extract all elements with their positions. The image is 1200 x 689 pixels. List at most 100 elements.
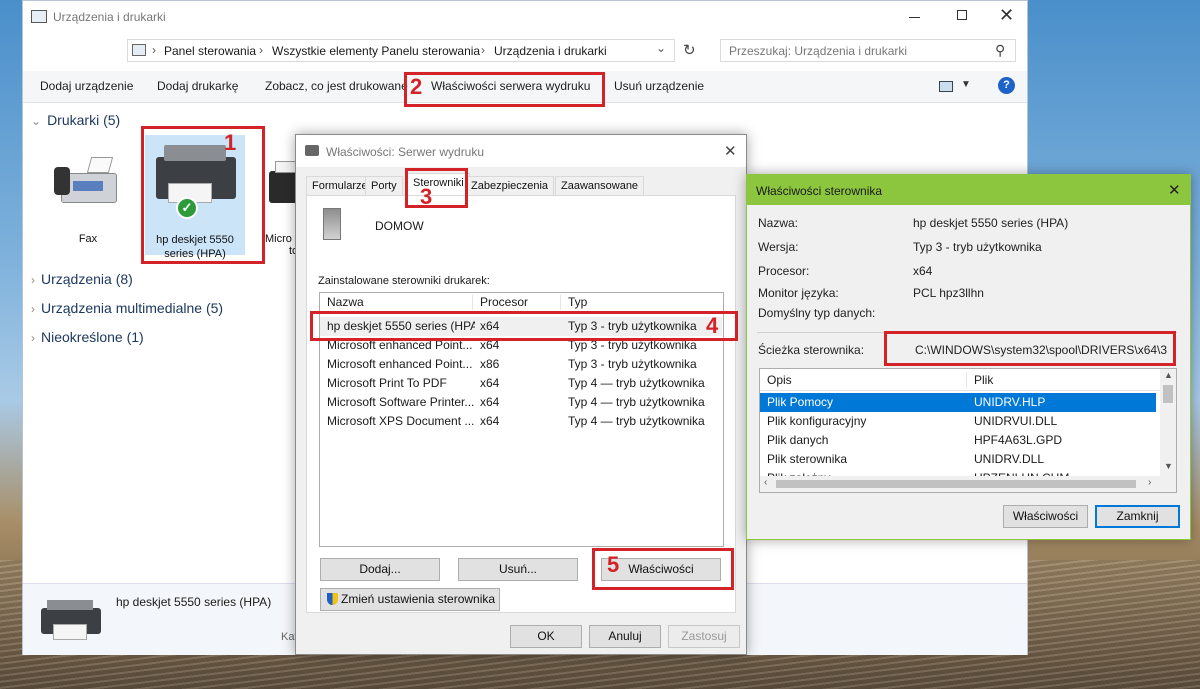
- column-file[interactable]: Plik: [974, 369, 993, 391]
- search-placeholder: Przeszukaj: Urządzenia i drukarki: [729, 44, 908, 58]
- table-row[interactable]: Microsoft Software Printer... x64 Typ 4 …: [320, 393, 722, 412]
- close-button[interactable]: Zamknij: [1095, 505, 1180, 528]
- annotation-box-path: [884, 331, 1176, 366]
- window-title: Urządzenia i drukarki: [53, 10, 166, 24]
- driver-processor: x64: [480, 376, 500, 390]
- add-printer-button[interactable]: Dodaj drukarkę: [157, 79, 238, 93]
- dialog-title: Właściwości sterownika: [756, 184, 883, 198]
- search-input[interactable]: Przeszukaj: Urządzenia i drukarki ⚲: [720, 39, 1016, 62]
- field-value: x64: [913, 264, 933, 278]
- ok-button[interactable]: OK: [510, 625, 582, 648]
- list-item[interactable]: Plik konfiguracyjny UNIDRVUI.DLL: [760, 412, 1156, 431]
- file-description: Plik Pomocy: [767, 395, 834, 409]
- driver-name: Microsoft XPS Document ...: [327, 414, 475, 428]
- group-printers[interactable]: ⌄ Drukarki (5): [31, 112, 120, 128]
- driver-type: Typ 4 — tryb użytkownika: [568, 376, 705, 390]
- printer-icon: [305, 145, 319, 156]
- refresh-icon[interactable]: ↻: [683, 41, 696, 59]
- driver-files-list[interactable]: Opis Plik Plik Pomocy UNIDRV.HLP Plik ko…: [759, 368, 1177, 493]
- tab-security[interactable]: Zabezpieczenia: [465, 176, 555, 196]
- shield-icon: [327, 593, 338, 605]
- driver-name: Microsoft Print To PDF: [327, 376, 447, 390]
- apply-button[interactable]: Zastosuj: [668, 625, 740, 648]
- remove-device-button[interactable]: Usuń urządzenie: [614, 79, 704, 93]
- group-multimedia[interactable]: › Urządzenia multimedialne (5): [31, 300, 223, 316]
- tab-forms[interactable]: Formularze: [306, 176, 374, 196]
- scroll-down-icon[interactable]: ▼: [1164, 461, 1173, 471]
- vertical-scrollbar[interactable]: ▲ ▼: [1160, 369, 1176, 476]
- table-row[interactable]: Microsoft Print To PDF x64 Typ 4 — tryb …: [320, 374, 722, 393]
- column-description[interactable]: Opis: [767, 369, 792, 391]
- view-chevron-icon[interactable]: ▼: [961, 79, 971, 90]
- driver-path-label: Ścieżka sterownika:: [758, 343, 865, 357]
- group-unspecified-label: Nieokreślone (1): [41, 329, 144, 345]
- close-icon[interactable]: ✕: [999, 5, 1014, 26]
- properties-button[interactable]: Właściwości: [1003, 505, 1088, 528]
- tab-ports[interactable]: Porty: [365, 176, 403, 196]
- change-driver-settings-button[interactable]: Zmień ustawienia sterownika: [320, 588, 500, 611]
- close-icon[interactable]: ✕: [1168, 181, 1181, 199]
- group-unspecified[interactable]: › Nieokreślone (1): [31, 329, 144, 345]
- group-devices[interactable]: › Urządzenia (8): [31, 271, 133, 287]
- file-description: Plik danych: [767, 433, 829, 447]
- title-bar: Urządzenia i drukarki ✕: [23, 1, 1027, 33]
- list-item[interactable]: Plik danych HPF4A63L.GPD: [760, 431, 1156, 450]
- view-options-icon[interactable]: [939, 81, 953, 92]
- annotation-number-5: 5: [607, 552, 620, 577]
- field-value: PCL hpz3llhn: [913, 286, 984, 300]
- breadcrumb-item[interactable]: Wszystkie elementy Panelu sterowania: [272, 44, 480, 58]
- field-label: Wersja:: [758, 240, 799, 254]
- control-panel-icon: [132, 44, 146, 56]
- column-processor[interactable]: Procesor: [480, 293, 528, 312]
- file-description: Plik sterownika: [767, 452, 848, 466]
- horizontal-scrollbar[interactable]: ‹ ›: [760, 476, 1176, 492]
- annotation-number-3: 3: [420, 184, 433, 209]
- scroll-up-icon[interactable]: ▲: [1164, 370, 1173, 380]
- help-icon[interactable]: ?: [998, 77, 1015, 94]
- column-type[interactable]: Typ: [568, 293, 587, 312]
- see-whats-printing-button[interactable]: Zobacz, co jest drukowane: [265, 79, 408, 93]
- scroll-left-icon[interactable]: ‹: [764, 477, 767, 488]
- add-driver-button[interactable]: Dodaj...: [320, 558, 440, 581]
- scroll-right-icon[interactable]: ›: [1148, 477, 1151, 488]
- dialog-title: Właściwości: Serwer wydruku: [326, 145, 485, 159]
- table-row[interactable]: Microsoft enhanced Point... x86 Typ 3 - …: [320, 355, 722, 374]
- server-icon: [323, 208, 341, 240]
- change-driver-settings-label: Zmień ustawienia sterownika: [341, 592, 496, 606]
- device-fax[interactable]: Fax: [45, 151, 131, 245]
- annotation-number-4: 4: [706, 313, 719, 338]
- printer-icon: [41, 598, 103, 642]
- address-bar[interactable]: › Panel sterowania › Wszystkie elementy …: [127, 39, 675, 62]
- list-header: Nazwa Procesor Typ: [320, 293, 723, 312]
- group-devices-label: Urządzenia (8): [41, 271, 133, 287]
- breadcrumb-item[interactable]: Urządzenia i drukarki: [494, 44, 607, 58]
- device-label: Fax: [78, 233, 98, 245]
- field-label: Monitor języka:: [758, 286, 839, 300]
- window-app-icon: [31, 10, 47, 23]
- tab-advanced[interactable]: Zaawansowane: [555, 176, 645, 196]
- annotation-number-2: 2: [410, 74, 423, 99]
- breadcrumb-item[interactable]: Panel sterowania: [164, 44, 256, 58]
- cancel-button[interactable]: Anuluj: [589, 625, 661, 648]
- list-item[interactable]: Plik Pomocy UNIDRV.HLP: [760, 393, 1156, 412]
- minimize-icon[interactable]: [909, 17, 920, 18]
- remove-driver-button[interactable]: Usuń...: [458, 558, 578, 581]
- list-header: Opis Plik: [760, 369, 1160, 391]
- server-name: DOMOW: [375, 219, 424, 233]
- driver-processor: x64: [480, 395, 500, 409]
- chevron-down-icon[interactable]: ⌄: [656, 41, 666, 55]
- file-name: UNIDRV.DLL: [974, 452, 1045, 466]
- search-icon[interactable]: ⚲: [995, 42, 1005, 59]
- file-description: Plik konfiguracyjny: [767, 414, 867, 428]
- close-icon[interactable]: ✕: [724, 142, 737, 160]
- list-item[interactable]: Plik sterownika UNIDRV.DLL: [760, 450, 1156, 469]
- tab-strip: Formularze Porty Sterowniki Zabezpieczen…: [306, 173, 736, 196]
- field-label: Nazwa:: [758, 216, 799, 230]
- column-name[interactable]: Nazwa: [327, 293, 364, 312]
- group-printers-label: Drukarki (5): [47, 112, 121, 128]
- driver-name: Microsoft Software Printer...: [327, 395, 475, 409]
- driver-type: Typ 3 - tryb użytkownika: [568, 357, 697, 371]
- table-row[interactable]: Microsoft XPS Document ... x64 Typ 4 — t…: [320, 412, 722, 431]
- maximize-icon[interactable]: [957, 10, 967, 20]
- add-device-button[interactable]: Dodaj urządzenie: [40, 79, 133, 93]
